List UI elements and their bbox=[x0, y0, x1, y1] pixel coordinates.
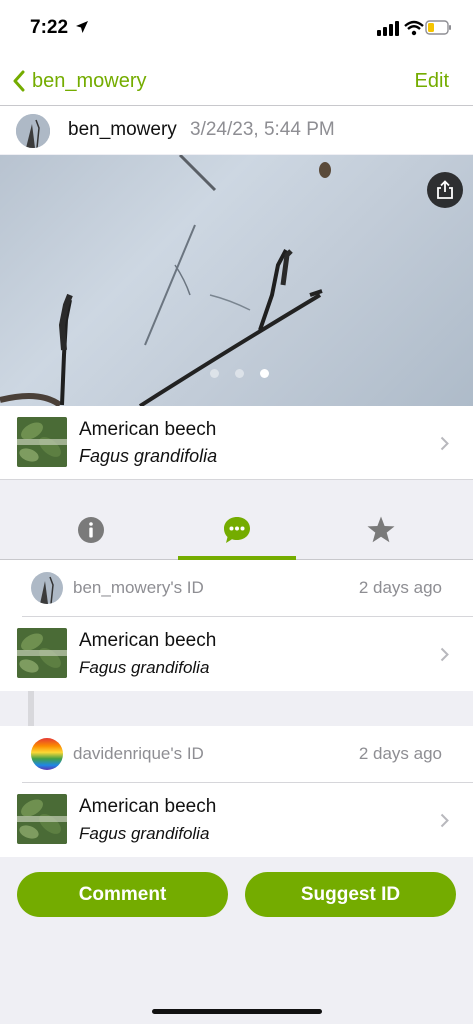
info-icon bbox=[78, 517, 104, 543]
share-icon bbox=[437, 180, 453, 199]
status-bar: 7:22 bbox=[0, 0, 473, 56]
chevron-right-icon bbox=[440, 436, 449, 451]
chat-bubble-icon bbox=[224, 517, 250, 543]
back-button-label: ben_mowery bbox=[32, 69, 147, 92]
star-icon bbox=[367, 516, 395, 543]
identifier-username[interactable]: ben_mowery's ID bbox=[73, 578, 204, 598]
identification-taxon-row[interactable]: American beech Fagus grandifolia bbox=[0, 783, 473, 857]
taxon-row[interactable]: American beech Fagus grandifolia bbox=[0, 406, 473, 480]
identifier-avatar[interactable] bbox=[31, 738, 63, 770]
navigation-bar: ben_mowery Edit bbox=[0, 56, 473, 106]
suggest-id-button[interactable]: Suggest ID bbox=[245, 872, 456, 917]
identifier-avatar[interactable] bbox=[31, 572, 63, 604]
taxon-common-name: American beech bbox=[79, 419, 217, 440]
cellular-signal-icon bbox=[377, 21, 399, 36]
taxon-thumbnail bbox=[17, 628, 67, 678]
chevron-left-icon bbox=[13, 70, 25, 92]
tab-activity[interactable] bbox=[158, 500, 316, 560]
back-button[interactable]: ben_mowery bbox=[12, 66, 147, 96]
observation-tabs bbox=[0, 500, 473, 560]
tab-favorites[interactable] bbox=[302, 500, 460, 560]
edit-button[interactable]: Edit bbox=[415, 70, 449, 93]
identification-header: davidenrique's ID 2 days ago bbox=[0, 726, 473, 783]
observer-username[interactable]: ben_mowery bbox=[68, 119, 177, 141]
taxon-thumbnail bbox=[17, 794, 67, 844]
taxon-scientific-name: Fagus grandifolia bbox=[79, 658, 210, 677]
observation-header: ben_mowery 3/24/23, 5:44 PM bbox=[0, 106, 473, 154]
battery-low-icon bbox=[425, 20, 451, 35]
photo-pagination-dots[interactable] bbox=[210, 369, 269, 378]
taxon-thumbnail bbox=[17, 417, 67, 467]
taxon-scientific-name: Fagus grandifolia bbox=[79, 446, 218, 466]
identification-time: 2 days ago bbox=[358, 578, 442, 597]
chevron-right-icon bbox=[440, 813, 449, 828]
identifier-username[interactable]: davidenrique's ID bbox=[73, 744, 204, 764]
page-dot-2[interactable] bbox=[235, 369, 244, 378]
status-icons bbox=[331, 18, 451, 38]
tab-info[interactable] bbox=[12, 500, 170, 560]
page-dot-3-active[interactable] bbox=[260, 369, 269, 378]
observation-date: 3/24/23, 5:44 PM bbox=[190, 119, 335, 140]
identification-header: ben_mowery's ID 2 days ago bbox=[0, 560, 473, 617]
user-avatar[interactable] bbox=[16, 114, 50, 148]
taxon-scientific-name: Fagus grandifolia bbox=[79, 824, 210, 843]
taxon-common-name: American beech bbox=[79, 796, 217, 817]
comment-button[interactable]: Comment bbox=[17, 872, 228, 917]
page-dot-1[interactable] bbox=[210, 369, 219, 378]
home-indicator[interactable] bbox=[152, 1009, 322, 1014]
wifi-icon bbox=[404, 20, 424, 36]
status-time: 7:22 bbox=[30, 17, 89, 39]
timeline-connector bbox=[28, 691, 34, 726]
identification-time: 2 days ago bbox=[358, 744, 442, 763]
chevron-right-icon bbox=[440, 647, 449, 662]
share-button[interactable] bbox=[427, 172, 463, 208]
identification-taxon-row[interactable]: American beech Fagus grandifolia bbox=[0, 617, 473, 691]
taxon-common-name: American beech bbox=[79, 630, 217, 651]
location-arrow-icon bbox=[76, 21, 89, 33]
